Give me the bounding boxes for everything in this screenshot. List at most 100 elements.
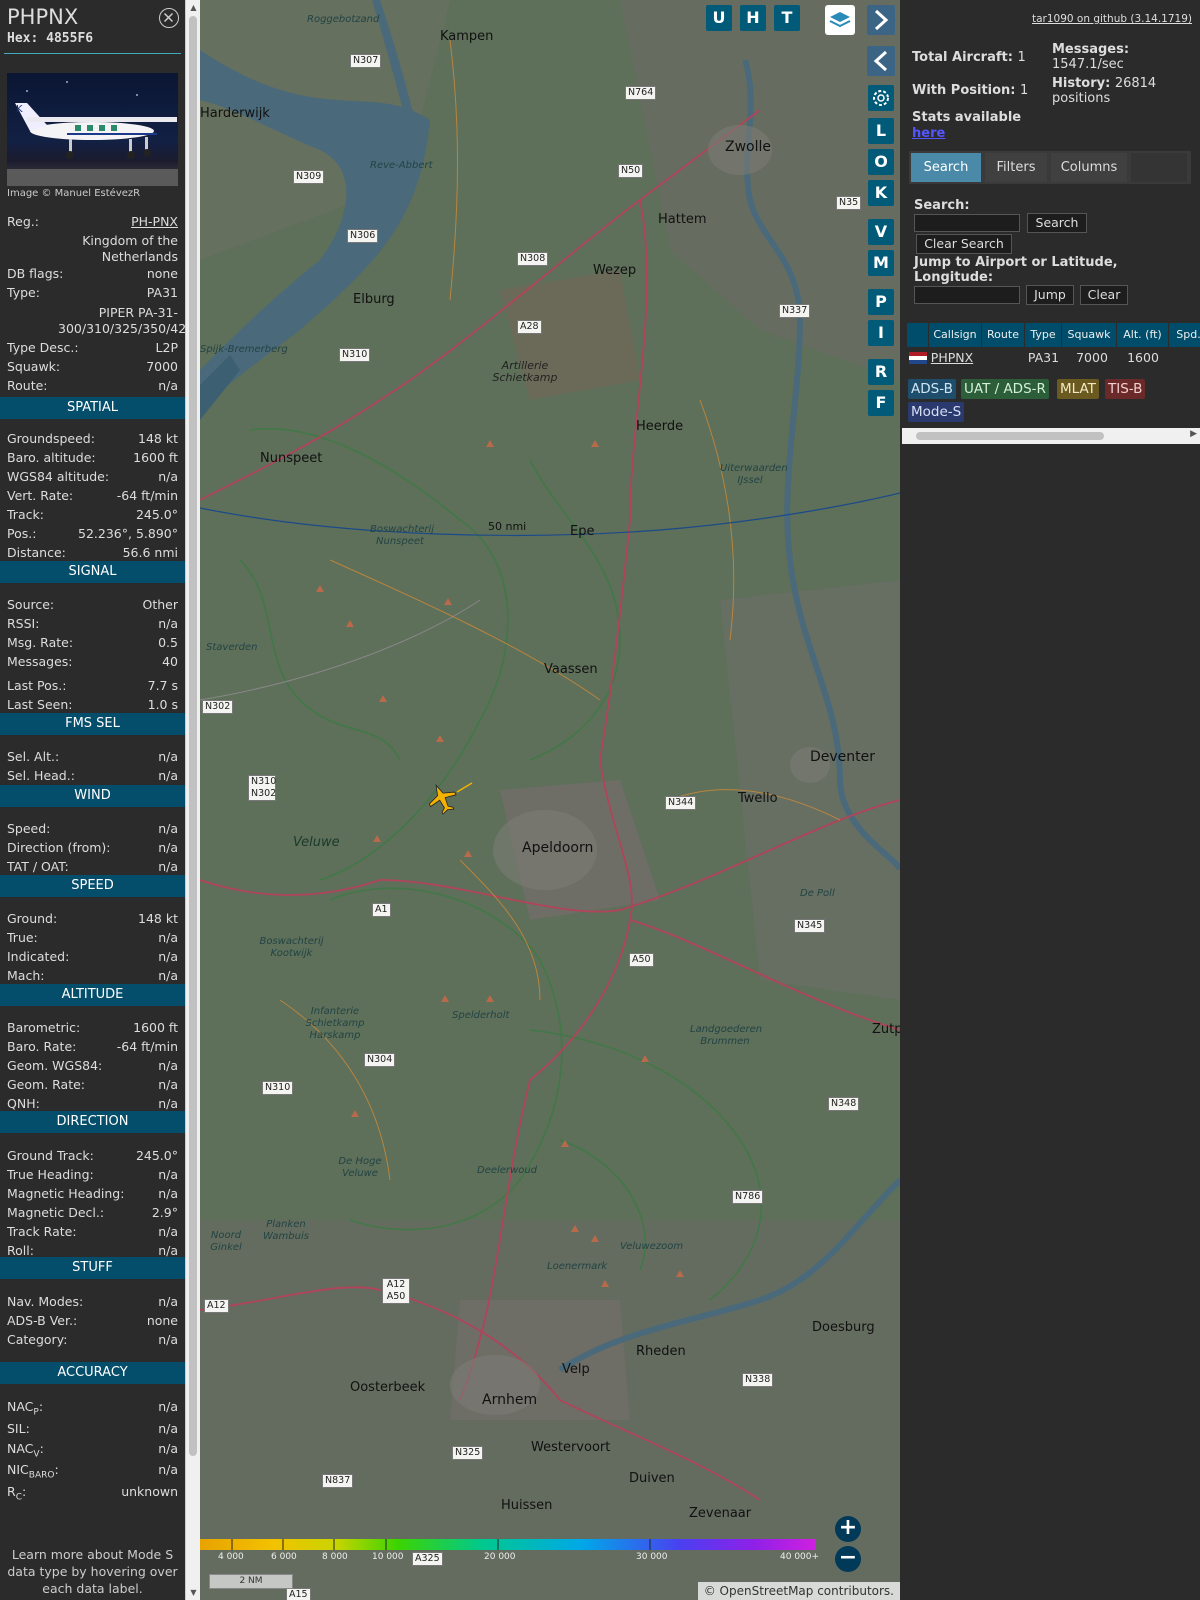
table-row[interactable]: PHPNX PA31 7000 1600 (907, 347, 1200, 369)
info-row-label[interactable]: Speed: (7, 821, 50, 837)
info-row-label[interactable]: NICBARO: (7, 1462, 59, 1484)
info-row-label[interactable]: Last Seen: (7, 697, 72, 713)
info-row-label[interactable]: RSSI: (7, 616, 39, 632)
photo-credit[interactable]: Image © Manuel EstévezR (7, 188, 140, 199)
toggle-m-button[interactable]: M (868, 250, 894, 276)
column-header-squawk[interactable]: Squawk (1062, 323, 1117, 347)
info-row-label[interactable]: Category: (7, 1332, 67, 1348)
close-info-button[interactable] (159, 8, 179, 28)
tab-search[interactable]: Search (911, 153, 981, 182)
info-row-label[interactable]: Distance: (7, 545, 66, 561)
collapse-panel-button[interactable] (867, 46, 895, 76)
toggle-r-button[interactable]: R (868, 359, 894, 385)
info-scrollbar-thumb[interactable] (189, 16, 197, 1456)
column-header-flag[interactable] (907, 323, 929, 347)
search-button[interactable]: Search (1027, 213, 1087, 233)
toggle-h-button[interactable]: H (740, 5, 766, 31)
toggle-t-button[interactable]: T (774, 5, 800, 31)
tab-filters[interactable]: Filters (985, 153, 1047, 182)
info-row-label[interactable]: TAT / OAT: (7, 859, 69, 875)
github-link[interactable]: tar1090 on github (3.14.1719) (1032, 13, 1192, 25)
column-header-type[interactable]: Type (1025, 323, 1062, 347)
jump-input[interactable] (914, 286, 1020, 304)
toggle-o-button[interactable]: O (868, 149, 894, 175)
info-row-label[interactable]: Sel. Head.: (7, 768, 75, 784)
info-row-label[interactable]: Last Pos.: (7, 678, 66, 694)
info-row-label[interactable]: QNH: (7, 1096, 40, 1112)
zoom-out-button[interactable]: − (835, 1546, 861, 1572)
info-row-label[interactable]: Sel. Alt.: (7, 749, 59, 765)
info-row-label[interactable]: Direction (from): (7, 840, 111, 856)
row-callsign[interactable]: PHPNX (929, 347, 975, 369)
scroll-down-arrow-icon[interactable]: ▼ (186, 1585, 200, 1600)
toggle-p-button[interactable]: P (868, 289, 894, 315)
info-row-label[interactable]: Pos.: (7, 526, 36, 542)
tab-columns[interactable]: Columns (1051, 153, 1127, 182)
info-row-label[interactable]: Geom. WGS84: (7, 1058, 102, 1074)
info-row-label[interactable]: Msg. Rate: (7, 635, 73, 651)
toggle-f-button[interactable]: F (868, 390, 894, 416)
info-row-label[interactable]: True: (7, 930, 38, 946)
info-row-label[interactable]: Baro. altitude: (7, 450, 96, 466)
info-row-label[interactable]: Nav. Modes: (7, 1294, 83, 1310)
info-row-label[interactable]: NACV: (7, 1441, 44, 1463)
info-row-label[interactable]: Route: (7, 378, 48, 394)
scroll-right-arrow-icon[interactable]: ▶ (1190, 429, 1197, 439)
info-row-label[interactable]: Source: (7, 597, 54, 613)
jump-button[interactable]: Jump (1026, 285, 1074, 305)
info-row-label[interactable]: Indicated: (7, 949, 69, 965)
info-row-label[interactable]: Geom. Rate: (7, 1077, 85, 1093)
zoom-in-button[interactable]: + (835, 1516, 861, 1542)
column-header-speed[interactable]: Spd. (1169, 323, 1200, 347)
section-header-wind: WIND (0, 785, 185, 807)
toggle-u-button[interactable]: U (706, 5, 732, 31)
scroll-up-arrow-icon[interactable]: ▲ (186, 0, 200, 15)
info-row-label[interactable]: Groundspeed: (7, 431, 95, 447)
expand-panel-button[interactable] (867, 5, 895, 35)
info-row-label[interactable]: Mach: (7, 968, 44, 984)
info-row-label[interactable]: True Heading: (7, 1167, 94, 1183)
info-row-label[interactable]: Track: (7, 507, 44, 523)
search-input[interactable] (914, 214, 1020, 232)
table-horizontal-scrollbar[interactable]: ▶ (902, 428, 1200, 444)
toggle-l-button[interactable]: L (868, 118, 894, 144)
info-row-label[interactable]: Messages: (7, 654, 73, 670)
info-row-label[interactable]: DB flags: (7, 266, 63, 282)
clear-jump-button[interactable]: Clear (1080, 285, 1128, 305)
settings-button[interactable] (868, 85, 894, 111)
info-row-label[interactable]: Barometric: (7, 1020, 80, 1036)
column-header-route[interactable]: Route (982, 323, 1025, 347)
toggle-k-button[interactable]: K (868, 180, 894, 206)
info-row-label[interactable]: Magnetic Decl.: (7, 1205, 104, 1221)
layers-button[interactable] (825, 5, 855, 35)
column-header-altitude[interactable]: Alt. (ft) (1117, 323, 1169, 347)
info-row: True: n/a (7, 930, 178, 946)
registration-link[interactable]: PH-PNX (131, 214, 178, 230)
info-row-label[interactable]: SIL: (7, 1421, 30, 1437)
map-view[interactable]: Kampen Zwolle Hattem Wezep Elburg Heerde Nunsp… (200, 0, 900, 1600)
info-scrollbar[interactable]: ▲ ▼ (185, 0, 200, 1600)
info-row-label[interactable]: RC: (7, 1484, 26, 1506)
toggle-i-button[interactable]: I (868, 320, 894, 346)
info-row-label[interactable]: Type: (7, 285, 40, 301)
info-row-label[interactable]: Vert. Rate: (7, 488, 73, 504)
table-scrollbar-thumb[interactable] (916, 432, 1104, 440)
info-row-label[interactable]: ADS-B Ver.: (7, 1313, 77, 1329)
column-header-callsign[interactable]: Callsign (929, 323, 982, 347)
aircraft-photo[interactable]: K (7, 73, 178, 186)
info-row-label[interactable]: Ground: (7, 911, 57, 927)
stats-link[interactable]: here (912, 126, 945, 141)
info-row-label[interactable]: Ground Track: (7, 1148, 94, 1164)
toggle-v-button[interactable]: V (868, 219, 894, 245)
info-row-label[interactable]: Reg.: (7, 214, 39, 230)
tab-blank[interactable] (1131, 153, 1187, 182)
map-attribution[interactable]: © OpenStreetMap contributors. (697, 1582, 900, 1600)
info-row-label[interactable]: Magnetic Heading: (7, 1186, 124, 1202)
info-row-label[interactable]: Track Rate: (7, 1224, 77, 1240)
info-row-label[interactable]: WGS84 altitude: (7, 469, 109, 485)
clear-search-button[interactable]: Clear Search (916, 234, 1012, 254)
info-row-label[interactable]: Type Desc.: (7, 340, 79, 356)
info-row-label[interactable]: Baro. Rate: (7, 1039, 76, 1055)
info-row-label[interactable]: Squawk: (7, 359, 60, 375)
info-row-label[interactable]: NACP: (7, 1399, 43, 1421)
